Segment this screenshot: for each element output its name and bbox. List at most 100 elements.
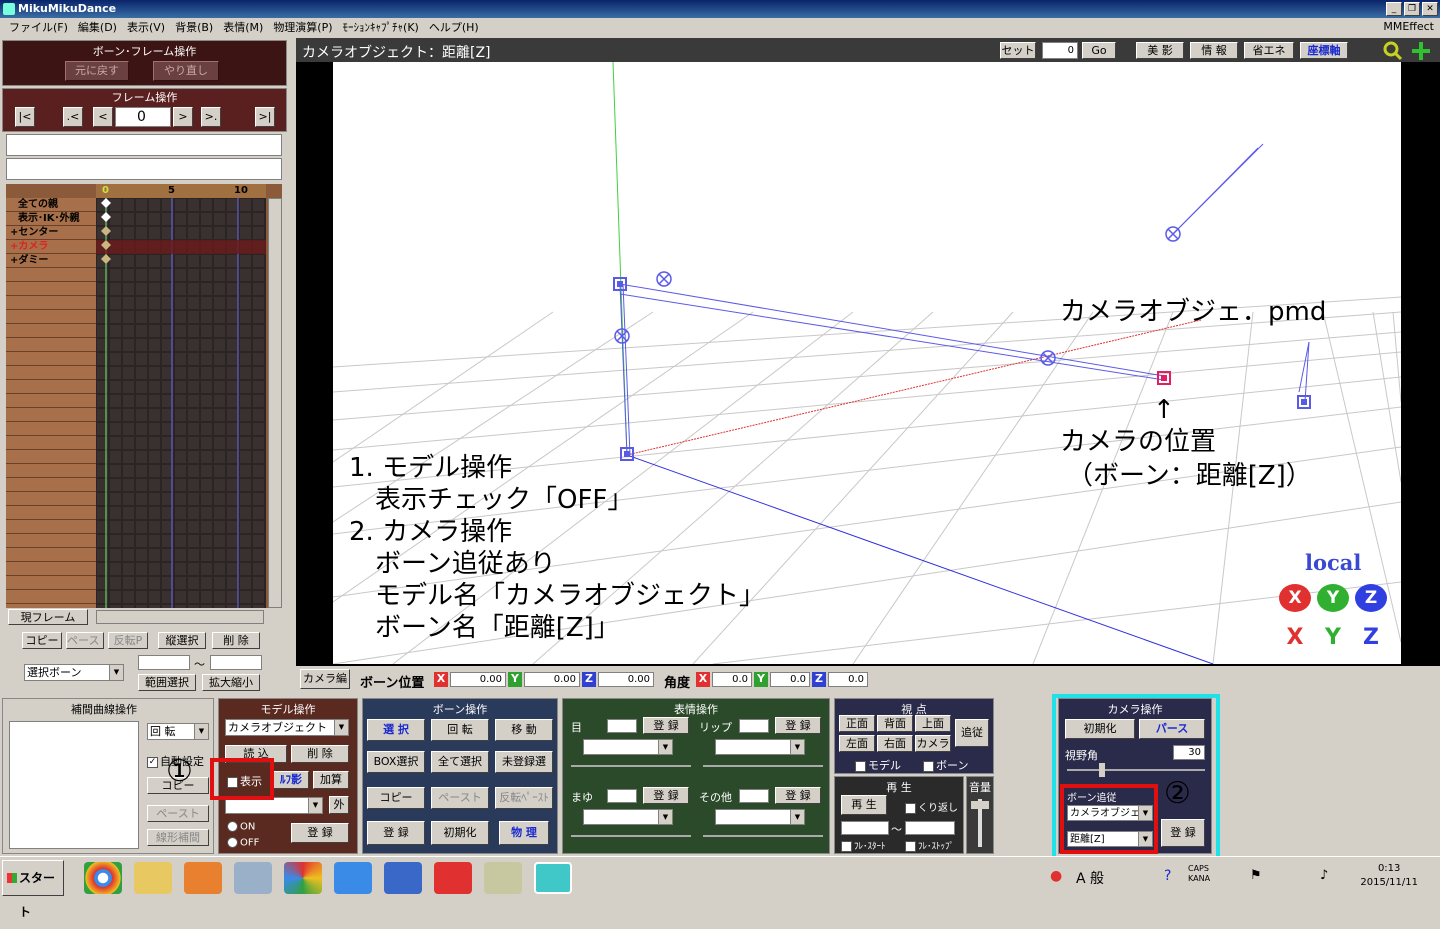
paste-frame-button[interactable]: ペースト [66,632,104,649]
timeline[interactable]: 0 5 10 全ての親 表示･IK･外親 +センター +カメラ +ダミー [6,184,282,608]
pos-y-input[interactable]: 0.00 [524,672,580,687]
select-all-button[interactable]: 全て選択 [431,751,489,773]
rotate-y-icon[interactable]: Y [1317,584,1349,612]
chrome-icon[interactable] [84,862,122,894]
app-icon-red[interactable] [434,862,472,894]
zoom-icon[interactable] [1382,40,1404,62]
delete-model-button[interactable]: 削 除 [291,745,349,763]
timeline-row-center[interactable]: +センター [6,226,96,240]
eco-button[interactable]: 省エネ [1244,42,1294,59]
frame-stop-toggle[interactable]: ﾌﾚ･ｽﾄｯﾌﾟ [905,839,954,852]
rotate-z-icon[interactable]: Z [1355,584,1387,612]
set-button[interactable]: セット [1000,42,1036,59]
range-start-input[interactable] [138,655,190,670]
other-morph-dropdown[interactable]: ▼ [715,809,805,825]
move-view-icon[interactable] [1410,40,1432,62]
angle-y-input[interactable]: 0.0 [770,672,810,687]
brow-register-button[interactable]: 登 録 [643,787,689,804]
bone-rotate-button[interactable]: 回 転 [431,719,489,741]
model-register-button[interactable]: 登 録 [291,823,349,843]
info-button[interactable]: 情 報 [1190,42,1238,59]
bone-select-button[interactable]: 選 択 [367,719,425,741]
bone-init-button[interactable]: 初期化 [431,821,489,845]
add-blend-button[interactable]: 加算 [313,771,349,789]
eye-morph-dropdown[interactable]: ▼ [583,739,673,755]
menu-motion-capture[interactable]: ﾓｰｼｮﾝｷｬﾌﾟﾁｬ(K) [338,19,424,35]
menu-physics[interactable]: 物理演算(P) [268,19,337,35]
angle-x-input[interactable]: 0.0 [712,672,752,687]
physics-button[interactable]: 物 理 [499,821,549,845]
off-radio[interactable]: OFF [227,837,259,849]
view-back-button[interactable]: 背面 [877,715,913,732]
brow-slider[interactable] [571,835,691,837]
restore-button[interactable]: ❐ [1404,2,1420,16]
timeline-keyframe-area[interactable] [96,198,266,608]
bone-paste-button[interactable]: ペースト [431,787,489,809]
mmd-taskbar-icon[interactable] [534,862,572,894]
eye-register-button[interactable]: 登 録 [643,717,689,734]
range-end-input[interactable] [210,655,262,670]
bone-copy-button[interactable]: コピー [367,787,425,809]
play-button[interactable]: 再 生 [841,795,887,815]
folder-icon[interactable] [134,862,172,894]
delete-frame-button[interactable]: 削 除 [212,632,260,649]
timeline-vscrollbar[interactable] [268,198,282,608]
move-x-icon[interactable]: X [1279,624,1311,652]
frame-number-input[interactable]: 0 [115,107,171,127]
view-right-button[interactable]: 右面 [877,735,913,752]
select-bone-dropdown[interactable]: 選択ボーン ▼ [24,664,124,681]
move-y-icon[interactable]: Y [1317,624,1349,652]
other-value-input[interactable] [739,789,769,803]
goto-frame-input[interactable]: 0 [1042,42,1078,59]
view-top-button[interactable]: 上面 [915,715,951,732]
rotate-x-icon[interactable]: X [1279,584,1311,612]
clock[interactable]: 0:13 2015/11/11 [1360,862,1418,890]
axis-button[interactable]: 座標軸 [1300,42,1348,59]
view-bone-toggle[interactable]: ボーン [923,757,968,773]
eye-slider[interactable] [571,765,691,767]
menu-edit[interactable]: 編集(D) [73,19,122,35]
start-button[interactable]: スタート [2,860,64,919]
frame-start-checkbox[interactable] [841,841,852,852]
timeline-row-display-ik[interactable]: 表示･IK･外親 [6,212,96,226]
interp-type-dropdown[interactable]: 回 転 ▼ [147,723,209,740]
undo-button[interactable]: 元に戻す [65,61,129,81]
on-radio-circle[interactable] [227,821,238,832]
next-frame-button[interactable]: > [173,107,193,127]
vertical-select-button[interactable]: 縦選択 [158,632,206,649]
go-button[interactable]: Go [1082,42,1116,59]
minimize-button[interactable]: _ [1386,2,1402,16]
scale-button[interactable]: 拡大縮小 [202,674,260,691]
bone-register-button[interactable]: 登 録 [367,821,425,845]
view-model-checkbox[interactable] [855,760,866,772]
tray-icon-red[interactable]: ● [1050,868,1062,884]
play-start-input[interactable] [841,821,889,835]
timeline-row-dummy[interactable]: +ダミー [6,254,96,268]
model-dropdown[interactable]: カメラオブジェクト ▼ [225,719,349,736]
prev-key-button[interactable]: .< [63,107,83,127]
other-register-button[interactable]: 登 録 [775,787,821,804]
next-key-button[interactable]: >. [201,107,221,127]
play-end-input[interactable] [905,821,955,835]
lip-slider[interactable] [703,765,823,767]
view-left-button[interactable]: 左面 [839,735,875,752]
eye-value-input[interactable] [607,719,637,733]
self-shadow-button[interactable]: ﾙﾌ影 [273,771,309,789]
close-button[interactable]: ✕ [1422,2,1438,16]
pos-z-input[interactable]: 0.00 [598,672,654,687]
interp-curve-canvas[interactable] [9,721,139,849]
reverse-paste-button[interactable]: 反転P [108,632,148,649]
timeline-row-root[interactable]: 全ての親 [6,198,96,212]
timeline-hscrollbar[interactable] [96,610,264,624]
copy-frame-button[interactable]: コピー [22,632,62,649]
outer-parent-button[interactable]: 外 [329,796,349,814]
lip-morph-dropdown[interactable]: ▼ [715,739,805,755]
timeline-row-camera[interactable]: +カメラ [6,240,96,254]
menu-help[interactable]: ヘルプ(H) [424,19,484,35]
prev-frame-button[interactable]: < [93,107,113,127]
off-radio-circle[interactable] [227,837,238,848]
view-camera-button[interactable]: カメラ [915,735,951,752]
lip-value-input[interactable] [739,719,769,733]
menu-file[interactable]: ファイル(F) [4,19,73,35]
menu-background[interactable]: 背景(B) [170,19,218,35]
